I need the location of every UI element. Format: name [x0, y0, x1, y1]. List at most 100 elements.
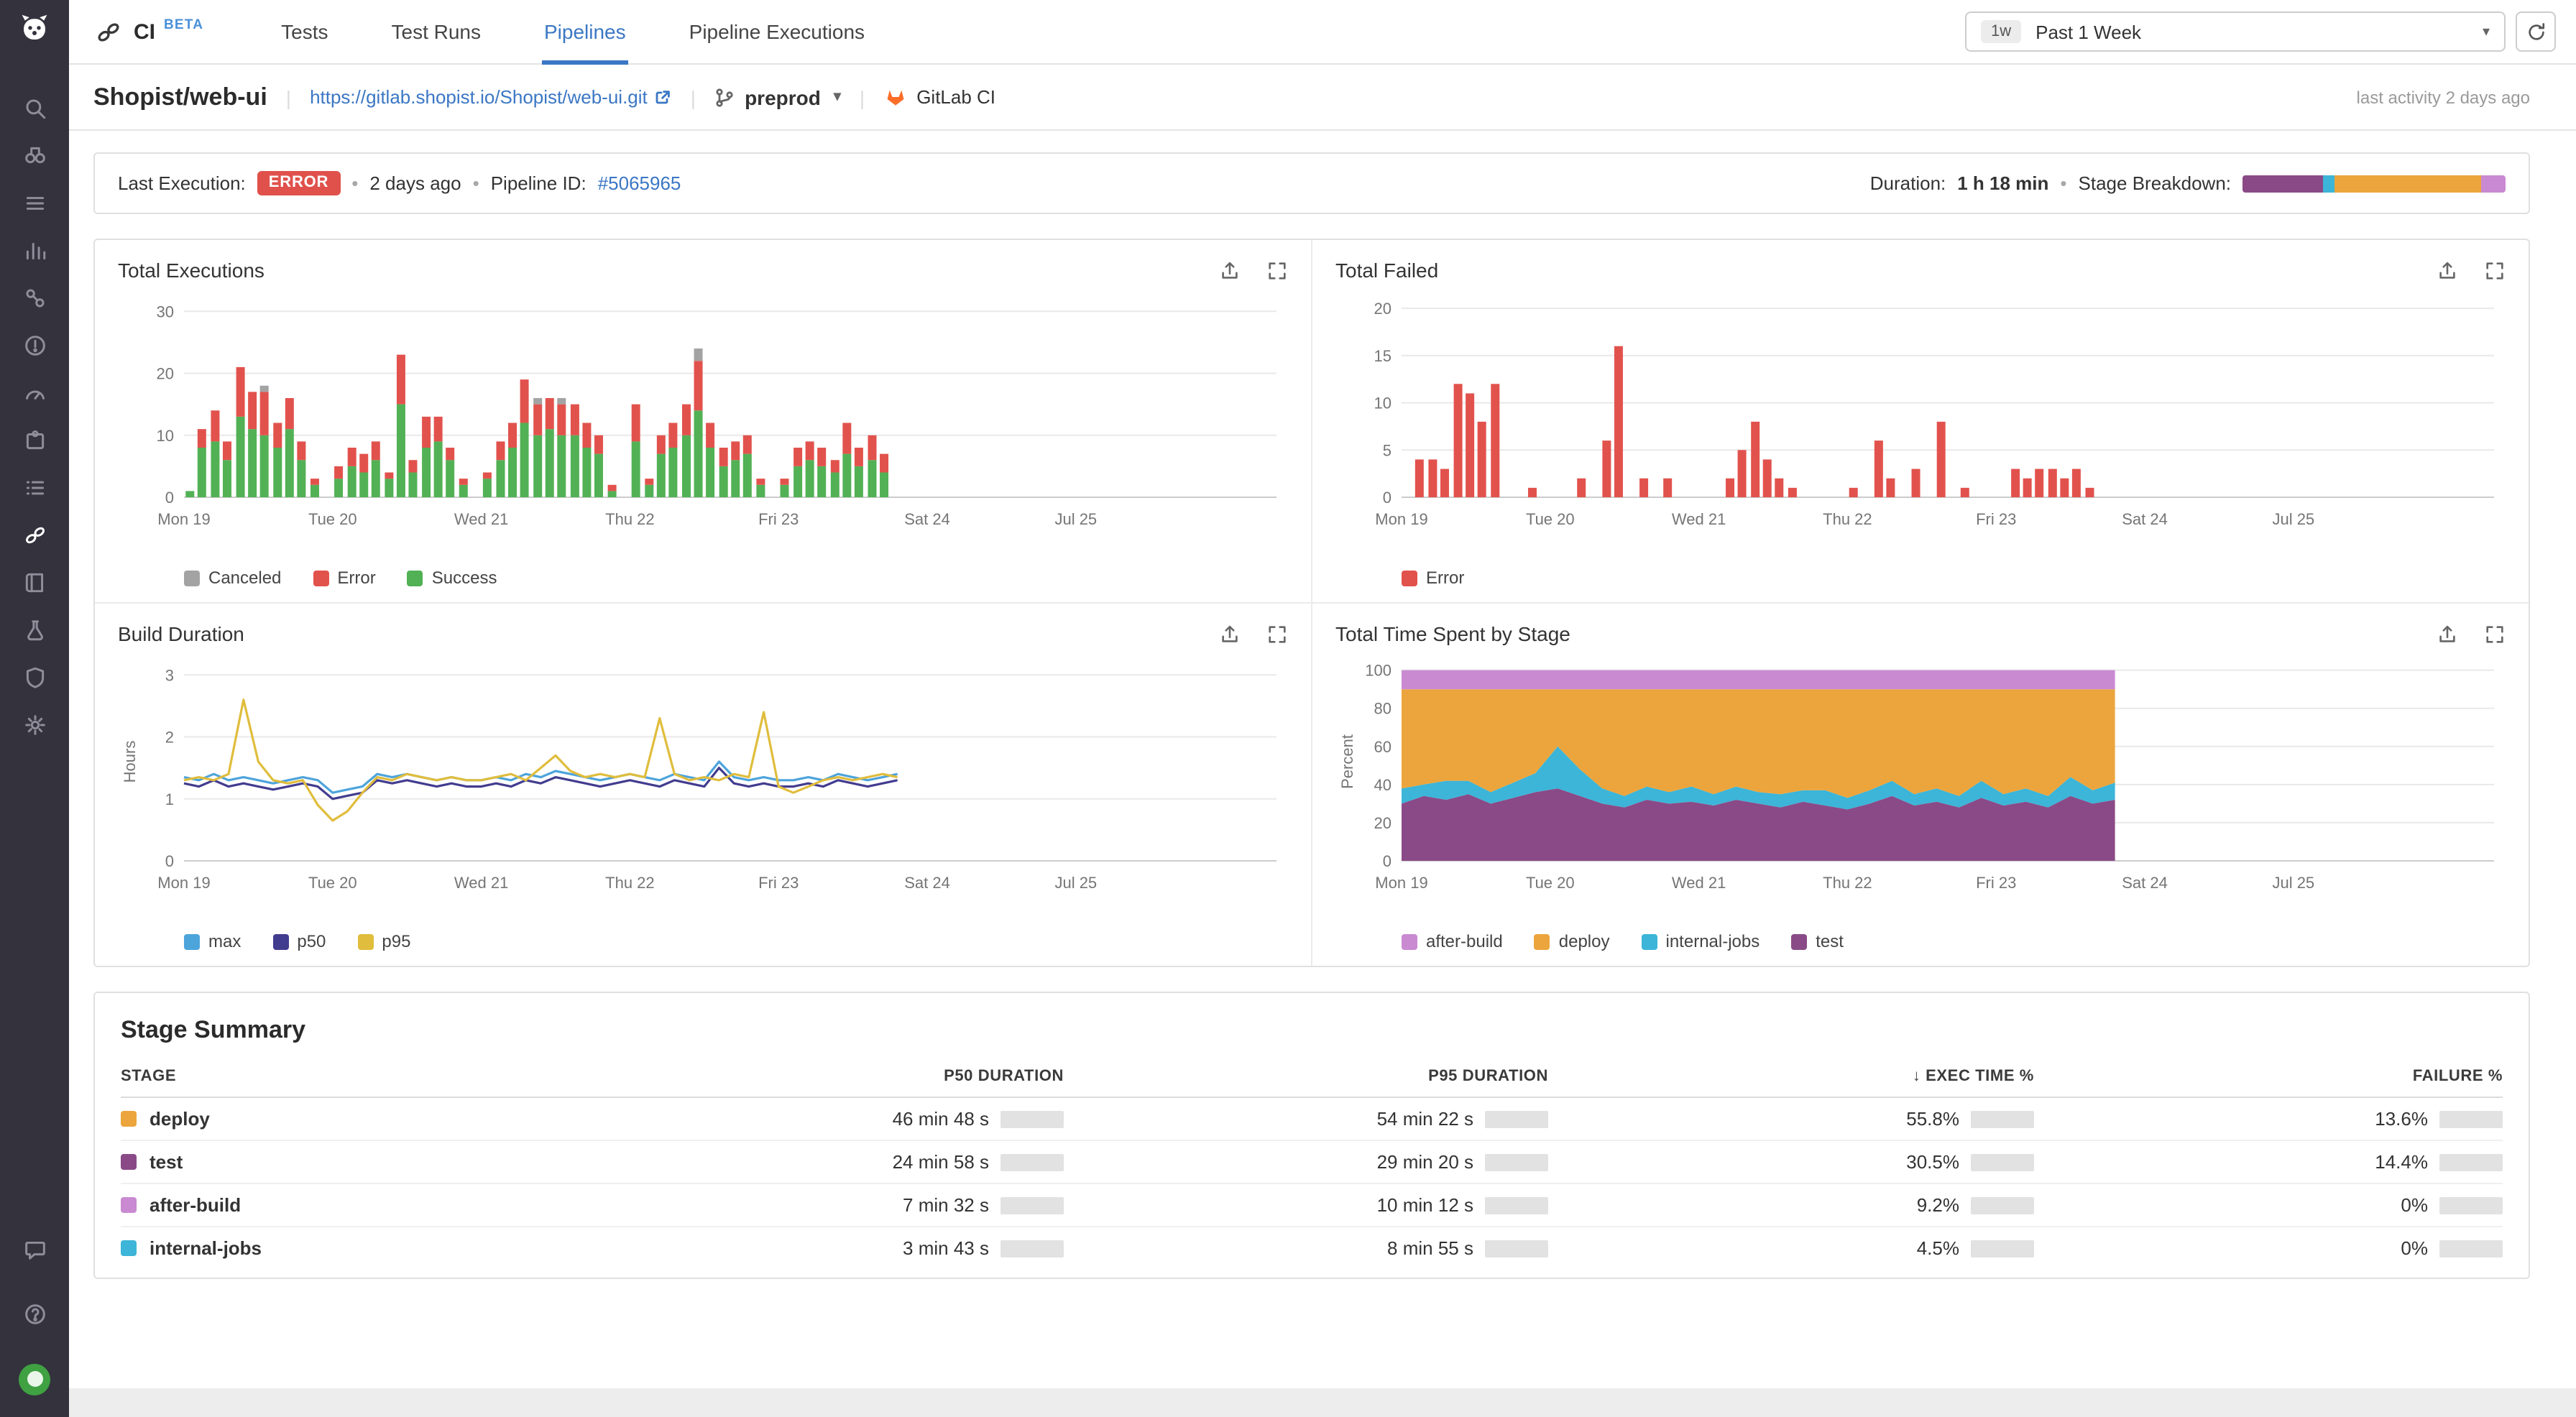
- pipeline-id-link[interactable]: #5065965: [598, 172, 681, 194]
- tab-tests[interactable]: Tests: [281, 0, 328, 64]
- legend-item-error[interactable]: Error: [1402, 568, 1464, 588]
- column-header-failure[interactable]: FAILURE %: [2034, 1068, 2503, 1085]
- breakdown-segment-test: [2242, 175, 2323, 192]
- exec-value: 55.8%: [1548, 1108, 2034, 1130]
- table-row-deploy[interactable]: deploy46 min 48 s54 min 22 s55.8%13.6%: [121, 1098, 2503, 1141]
- duration-value: 1 h 18 min: [1957, 172, 2048, 194]
- expand-icon[interactable]: [2484, 259, 2506, 281]
- panel-stage-time: Total Time Spent by Stage 020406080100Mo…: [1311, 602, 2529, 966]
- build-duration-chart: 0123Mon 19Tue 20Wed 21Thu 22Fri 23Sat 24…: [118, 648, 1288, 921]
- synthetics-icon[interactable]: [0, 369, 69, 417]
- svg-text:Wed 21: Wed 21: [454, 510, 508, 528]
- integrations-icon[interactable]: [0, 417, 69, 464]
- help-icon[interactable]: [0, 1291, 69, 1338]
- legend-item-deploy[interactable]: deploy: [1535, 931, 1610, 951]
- svg-text:Jul 25: Jul 25: [1054, 510, 1097, 528]
- export-icon[interactable]: [1219, 259, 1241, 281]
- security-icon[interactable]: [0, 654, 69, 701]
- pipeline-id-label: Pipeline ID:: [491, 172, 586, 194]
- svg-text:3: 3: [165, 666, 174, 684]
- export-icon[interactable]: [1219, 623, 1241, 645]
- ci-icon[interactable]: [0, 512, 69, 559]
- svg-text:0: 0: [165, 852, 174, 870]
- column-header-stage[interactable]: STAGE: [121, 1068, 552, 1085]
- svg-text:Fri 23: Fri 23: [758, 874, 799, 892]
- legend-item-canceled[interactable]: Canceled: [184, 568, 281, 588]
- charts-grid: Total Executions 0102030Mon 19Tue 20Wed …: [93, 239, 2530, 967]
- svg-text:20: 20: [1374, 814, 1392, 832]
- dot-separator: •: [2060, 172, 2066, 194]
- time-range-selector[interactable]: 1w Past 1 Week ▾: [1965, 11, 2506, 52]
- breakdown-segment-internal-jobs: [2323, 175, 2334, 192]
- svg-text:Mon 19: Mon 19: [1375, 510, 1427, 528]
- content: Last Execution: ERROR • 2 days ago • Pip…: [69, 131, 2576, 1279]
- legend-item-after-build[interactable]: after-build: [1402, 931, 1503, 951]
- nav-tabs: Tests Test Runs Pipelines Pipeline Executio…: [281, 0, 865, 64]
- exec-value: 4.5%: [1548, 1237, 2034, 1259]
- legend-item-p95[interactable]: p95: [357, 931, 410, 951]
- expand-icon[interactable]: [2484, 623, 2506, 645]
- last-execution-bar: Last Execution: ERROR • 2 days ago • Pip…: [93, 152, 2530, 214]
- search-icon[interactable]: [0, 85, 69, 132]
- svg-text:Wed 21: Wed 21: [1672, 874, 1726, 892]
- svg-text:Jul 25: Jul 25: [2272, 510, 2314, 528]
- failure-value: 0%: [2034, 1194, 2503, 1216]
- notebooks-icon[interactable]: [0, 559, 69, 606]
- svg-text:Fri 23: Fri 23: [758, 510, 799, 528]
- chat-icon[interactable]: [0, 1226, 69, 1273]
- tab-test-runs[interactable]: Test Runs: [392, 0, 482, 64]
- chart-legend: after-build deploy internal-jobs test: [1402, 930, 2506, 953]
- svg-text:2: 2: [165, 729, 174, 747]
- svg-text:Sat 24: Sat 24: [2122, 510, 2168, 528]
- legend-item-success[interactable]: Success: [408, 568, 497, 588]
- apm-icon[interactable]: [0, 274, 69, 322]
- main-area: CI BETA TestsTest RunsPipelinesPipeline …: [69, 0, 2576, 1417]
- infrastructure-icon[interactable]: [0, 132, 69, 180]
- svg-text:1: 1: [165, 790, 174, 808]
- monitors-icon[interactable]: [0, 322, 69, 369]
- table-row-internal-jobs[interactable]: internal-jobs3 min 43 s8 min 55 s4.5%0%: [121, 1227, 2503, 1269]
- product-name: CI: [134, 19, 155, 44]
- experiments-icon[interactable]: [0, 606, 69, 654]
- branch-name: preprod: [745, 86, 821, 109]
- legend-item-internal-jobs[interactable]: internal-jobs: [1642, 931, 1760, 951]
- column-header-p95[interactable]: P95 DURATION: [1064, 1068, 1548, 1085]
- tab-pipeline-executions[interactable]: Pipeline Executions: [689, 0, 865, 64]
- export-icon[interactable]: [2437, 259, 2458, 281]
- stage-name: after-build: [121, 1194, 552, 1216]
- expand-icon[interactable]: [1266, 623, 1288, 645]
- panel-total-failed: Total Failed 05101520Mon 19Tue 20Wed 21T…: [1311, 240, 2529, 602]
- ci-provider: GitLab CI: [883, 86, 995, 108]
- svg-text:80: 80: [1374, 700, 1392, 718]
- export-icon[interactable]: [2437, 623, 2458, 645]
- datadog-logo[interactable]: [16, 11, 53, 53]
- user-avatar[interactable]: [0, 1355, 69, 1403]
- exec-value: 30.5%: [1548, 1151, 2034, 1173]
- sidebar: [0, 0, 69, 1417]
- expand-icon[interactable]: [1266, 259, 1288, 281]
- table-row-after-build[interactable]: after-build7 min 32 s10 min 12 s9.2%0%: [121, 1184, 2503, 1227]
- legend-item-max[interactable]: max: [184, 931, 241, 951]
- column-header-exec[interactable]: ↓ EXEC TIME %: [1548, 1068, 2034, 1085]
- column-header-p50[interactable]: P50 DURATION: [552, 1068, 1064, 1085]
- stage-name: internal-jobs: [121, 1237, 552, 1259]
- tab-pipelines[interactable]: Pipelines: [544, 0, 626, 64]
- legend-item-test[interactable]: test: [1791, 931, 1844, 951]
- top-navigation: CI BETA TestsTest RunsPipelinesPipeline …: [69, 0, 2576, 65]
- p50-value: 7 min 32 s: [552, 1194, 1064, 1216]
- table-row-test[interactable]: test24 min 58 s29 min 20 s30.5%14.4%: [121, 1141, 2503, 1184]
- table-body: deploy46 min 48 s54 min 22 s55.8%13.6%te…: [121, 1098, 2503, 1269]
- dashboards-icon[interactable]: [0, 227, 69, 274]
- logs-icon[interactable]: [0, 464, 69, 512]
- events-icon[interactable]: [0, 180, 69, 227]
- repo-link[interactable]: https://gitlab.shopist.io/Shopist/web-ui…: [310, 86, 672, 108]
- svg-text:Jul 25: Jul 25: [1054, 874, 1097, 892]
- legend-item-p50[interactable]: p50: [272, 931, 326, 951]
- settings-icon[interactable]: [0, 701, 69, 749]
- divider: |: [860, 86, 865, 109]
- refresh-button[interactable]: [2516, 11, 2556, 52]
- legend-item-error[interactable]: Error: [313, 568, 375, 588]
- branch-selector[interactable]: preprod ▾: [714, 86, 841, 109]
- last-execution-label: Last Execution:: [118, 172, 246, 194]
- svg-text:Mon 19: Mon 19: [1375, 874, 1427, 892]
